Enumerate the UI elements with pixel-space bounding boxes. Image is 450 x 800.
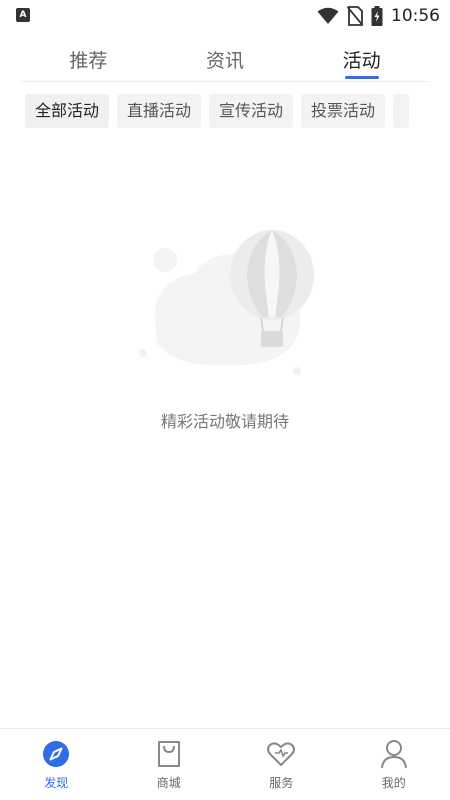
chip-live-activities[interactable]: 直播活动 — [117, 94, 202, 128]
nav-label-mall: 商城 — [156, 776, 181, 790]
chip-all-activities[interactable]: 全部活动 — [25, 94, 110, 128]
tab-activities[interactable]: 活动 — [293, 40, 430, 81]
hot-air-balloon-icon — [139, 230, 314, 375]
user-icon — [380, 740, 407, 769]
status-bar: A 10:56 — [0, 0, 450, 32]
app-notification-icon: A — [16, 8, 30, 22]
no-sim-icon — [347, 6, 363, 26]
nav-label-services: 服务 — [269, 776, 294, 790]
chip-promo-activities[interactable]: 宣传活动 — [209, 94, 294, 128]
top-tab-bar: 推荐 资讯 活动 — [20, 40, 430, 82]
nav-label-discover: 发现 — [44, 776, 69, 790]
empty-state-message: 精彩活动敬请期待 — [160, 412, 289, 431]
tab-news[interactable]: 资讯 — [157, 40, 294, 81]
bottom-navigation: 发现 商城 服务 我的 — [0, 728, 450, 800]
shopping-bag-icon — [157, 741, 180, 767]
activity-filter-bar: 全部活动 直播活动 宣传活动 投票活动 — [25, 94, 450, 128]
compass-icon — [43, 741, 70, 767]
tab-recommend[interactable]: 推荐 — [20, 40, 157, 81]
nav-discover[interactable]: 发现 — [0, 729, 113, 800]
clock: 10:56 — [391, 6, 440, 26]
heart-icon — [267, 742, 296, 766]
nav-mine[interactable]: 我的 — [338, 729, 450, 800]
nav-services[interactable]: 服务 — [225, 729, 338, 800]
nav-label-mine: 我的 — [381, 776, 406, 790]
battery-charging-icon — [371, 6, 383, 26]
status-icons: 10:56 — [317, 4, 440, 28]
chip-vote-activities[interactable]: 投票活动 — [301, 94, 386, 128]
wifi-icon — [317, 7, 339, 24]
chip-more-partial[interactable] — [393, 94, 410, 128]
nav-mall[interactable]: 商城 — [113, 729, 226, 800]
